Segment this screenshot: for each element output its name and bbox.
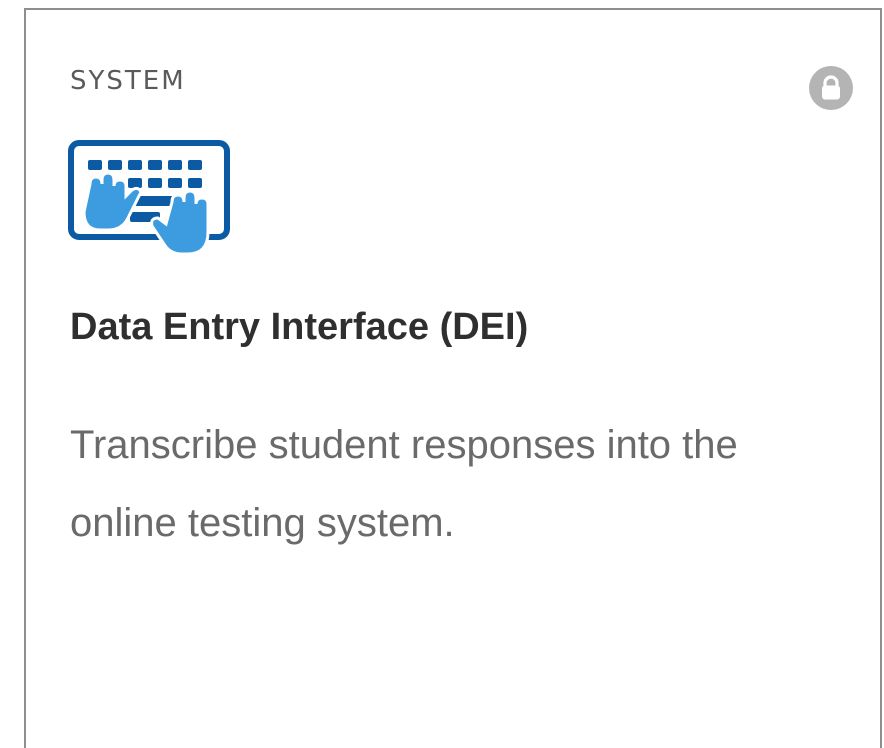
app-title[interactable]: Data Entry Interface (DEI) bbox=[70, 306, 528, 349]
app-description: Transcribe student responses into the on… bbox=[70, 423, 738, 545]
lock-icon bbox=[809, 66, 853, 110]
keyboard-hands-icon bbox=[68, 140, 230, 276]
card-category-label: SYSTEM bbox=[70, 66, 186, 96]
app-card[interactable]: SYSTEM Data Entry Interface (DEI) Transc… bbox=[24, 8, 882, 748]
